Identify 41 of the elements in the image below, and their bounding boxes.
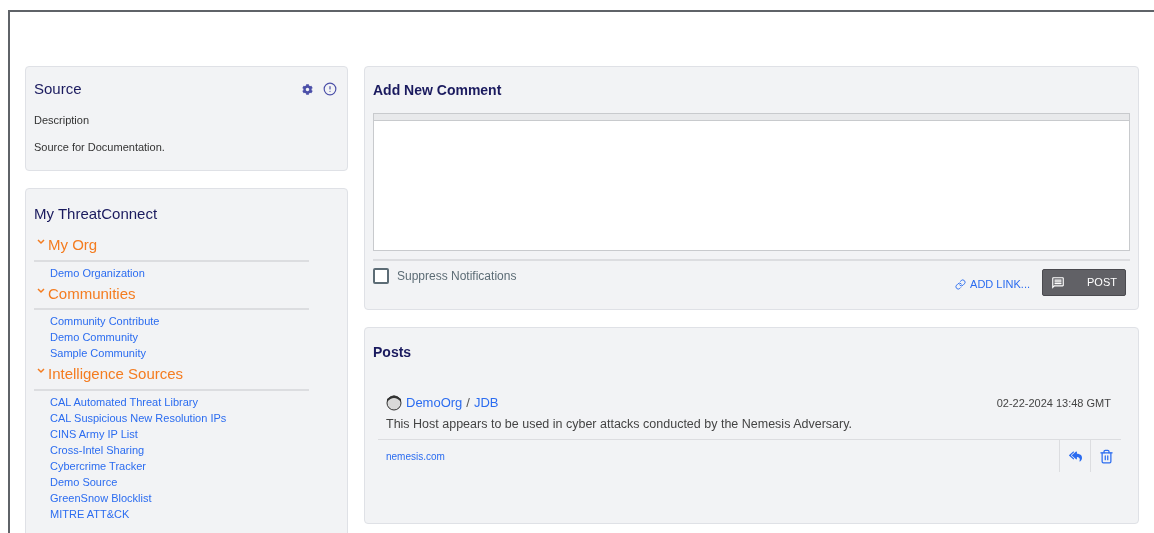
user-link[interactable]: JDB <box>474 393 499 413</box>
checkbox-label: Suppress Notifications <box>397 268 517 285</box>
sidebar-link[interactable]: Sample Community <box>50 345 309 361</box>
chevron-down-icon[interactable] <box>37 238 45 247</box>
sidebar-link[interactable]: CINS Army IP List <box>50 425 309 442</box>
comment-icon <box>1051 275 1065 290</box>
checkbox[interactable] <box>373 268 389 284</box>
section-heading[interactable]: Intelligence Sources <box>48 363 184 386</box>
sidebar-link[interactable]: Demo Community <box>50 329 309 345</box>
card-title: Source <box>34 79 82 99</box>
link-icon <box>955 278 967 290</box>
avatar-icon <box>386 393 402 412</box>
sidebar-link[interactable]: Demo Organization <box>50 264 309 281</box>
chevron-down-icon[interactable] <box>37 286 45 295</box>
field-label: Description <box>34 112 91 128</box>
card-title: Add New Comment <box>373 81 503 100</box>
settings-icon[interactable] <box>302 83 313 95</box>
sidebar-link[interactable]: Demo Source <box>50 473 309 490</box>
section-heading[interactable]: Communities <box>48 282 136 305</box>
card-title: Posts <box>373 343 413 362</box>
info-icon[interactable] <box>323 82 337 97</box>
sidebar-link[interactable]: Community Contribute <box>50 313 309 329</box>
sidebar-link[interactable]: GreenSnow Blocklist <box>50 489 309 506</box>
sidebar-link[interactable]: Cybercrime Tracker <box>50 457 309 474</box>
post-button[interactable]: POST <box>1042 269 1126 296</box>
chevron-down-icon[interactable] <box>37 367 45 376</box>
description-text: Source for Documentation. <box>34 140 166 155</box>
reply-all-icon <box>1068 449 1082 463</box>
org-link[interactable]: DemoOrg <box>406 393 463 413</box>
trash-icon <box>1098 448 1114 464</box>
post-timestamp: 02-22-2024 13:48 GMT <box>996 395 1111 411</box>
sidebar-link[interactable]: Cross-Intel Sharing <box>50 441 309 458</box>
post-text: This Host appears to be used in cyber attacks conducted by the Nemesis Adversary. <box>386 415 853 433</box>
sidebar-link[interactable]: CAL Automated Threat Library <box>50 393 309 410</box>
sidebar-link[interactable]: MITRE ATT&CK <box>50 505 309 522</box>
add-link[interactable]: ADD LINK... <box>955 275 1030 293</box>
card-title: My ThreatConnect <box>34 203 159 224</box>
separator-text: / <box>466 394 470 412</box>
sidebar-link[interactable]: CAL Suspicious New Resolution IPs <box>50 409 309 426</box>
section-heading[interactable]: My Org <box>48 234 98 257</box>
post-link[interactable]: nemesis.com <box>378 448 445 464</box>
